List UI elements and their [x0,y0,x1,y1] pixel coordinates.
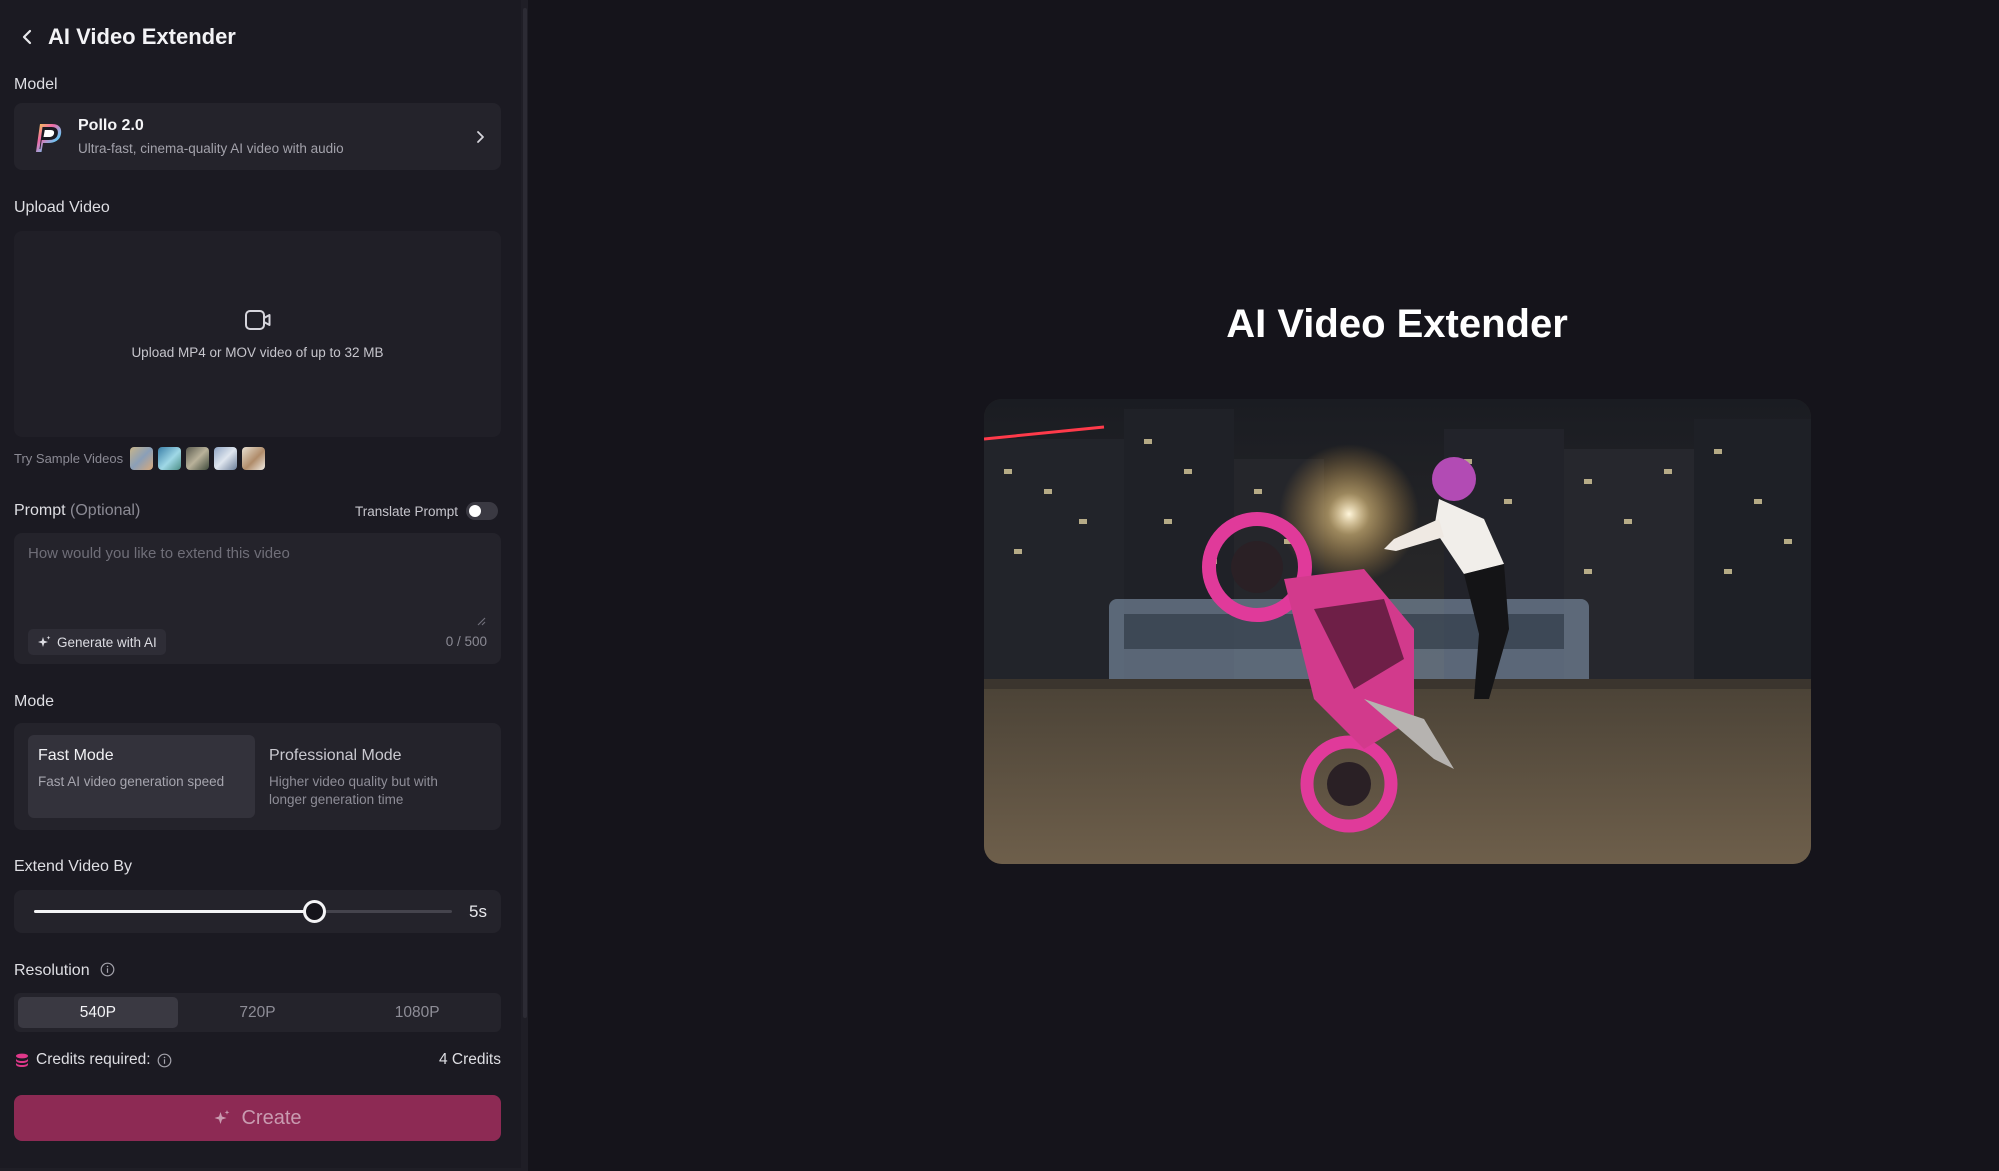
sample-video-4[interactable] [214,446,238,470]
create-label: Create [241,1106,302,1129]
sample-video-3[interactable] [186,446,210,470]
resolution-label: Resolution [14,962,115,980]
translate-prompt: Translate Prompt [355,500,499,522]
toggle-knob [469,505,482,517]
upload-hint: Upload MP4 or MOV video of up to 32 MB [131,344,384,360]
info-icon[interactable] [157,1053,172,1068]
model-selector[interactable]: Pollo 2.0 Ultra-fast, cinema-quality AI … [14,103,501,170]
sample-video-5[interactable] [242,446,266,470]
upload-dropzone[interactable]: Upload MP4 or MOV video of up to 32 MB [14,231,501,437]
panel-header: AI Video Extender [20,22,236,52]
pollo-logo-icon [28,118,66,156]
create-button[interactable]: Create [14,1095,501,1141]
main-title: AI Video Extender [1226,302,1568,346]
page-title: AI Video Extender [48,24,236,49]
motorcycle-stunt-image [984,399,1811,864]
prompt-optional-text: (Optional) [70,502,141,519]
extend-slider-handle[interactable] [303,900,327,923]
mode-professional-desc: Higher video quality but with longer gen… [269,774,438,808]
resolution-option-720p[interactable]: 720P [178,997,338,1028]
prompt-box: Generate with AI 0 / 500 [14,533,501,664]
generate-with-ai-label: Generate with AI [57,634,157,650]
example-video-preview [984,399,1811,864]
mode-label: Mode [14,693,55,710]
coin-stack-icon [14,1052,30,1068]
extend-label: Extend Video By [14,858,133,875]
credits-row: Credits required: 4 Credits [14,1049,501,1071]
info-icon[interactable] [100,962,115,977]
sparkle-icon [37,635,51,649]
video-camera-icon [244,309,272,333]
panel-scrollbar-thumb[interactable] [523,8,527,1018]
model-label: Model [14,76,58,93]
resolution-option-1080p[interactable]: 1080P [337,997,497,1028]
model-info: Pollo 2.0 Ultra-fast, cinema-quality AI … [78,117,473,156]
model-description: Ultra-fast, cinema-quality AI video with… [78,141,344,156]
resize-grip-icon[interactable] [476,613,486,626]
upload-label: Upload Video [14,199,110,216]
resolution-option-540p[interactable]: 540P [18,997,178,1028]
credits-value: 4 Credits [438,1051,501,1068]
prompt-label: Prompt (Optional) [14,502,140,520]
sample-video-1[interactable] [130,446,154,470]
app: AI Video Extender Model Pollo 2.0 Ultra-… [0,0,1999,1171]
sparkle-icon [213,1109,231,1127]
credits-label: Credits required: [36,1051,151,1068]
prompt-label-text: Prompt [14,502,66,519]
sample-videos: Try Sample Videos [14,446,266,470]
model-name: Pollo 2.0 [78,117,144,134]
mode-option-professional[interactable]: Professional Mode Higher video quality b… [259,735,489,818]
prompt-input[interactable] [28,545,488,615]
extend-slider-track[interactable] [34,900,452,923]
char-count: 0 / 500 [445,634,487,649]
extend-slider-fill [34,910,315,913]
resolution-label-text: Resolution [14,962,90,979]
extend-slider-box: 5s [14,890,501,933]
settings-panel: AI Video Extender Model Pollo 2.0 Ultra-… [0,0,528,1171]
samples-label: Try Sample Videos [14,450,124,466]
resolution-selector: 540P 720P 1080P [14,993,501,1032]
mode-professional-title: Professional Mode [269,747,402,764]
mode-option-fast[interactable]: Fast Mode Fast AI video generation speed [28,735,255,818]
extend-value: 5s [469,902,487,921]
translate-label: Translate Prompt [355,503,459,519]
mode-selector: Fast Mode Fast AI video generation speed… [14,723,501,830]
mode-fast-title: Fast Mode [38,747,114,764]
sample-video-2[interactable] [158,446,182,470]
mode-fast-desc: Fast AI video generation speed [38,774,225,789]
chevron-left-icon[interactable] [20,26,36,48]
chevron-right-icon [473,130,487,144]
translate-toggle[interactable] [466,502,499,520]
generate-with-ai-button[interactable]: Generate with AI [28,629,166,655]
